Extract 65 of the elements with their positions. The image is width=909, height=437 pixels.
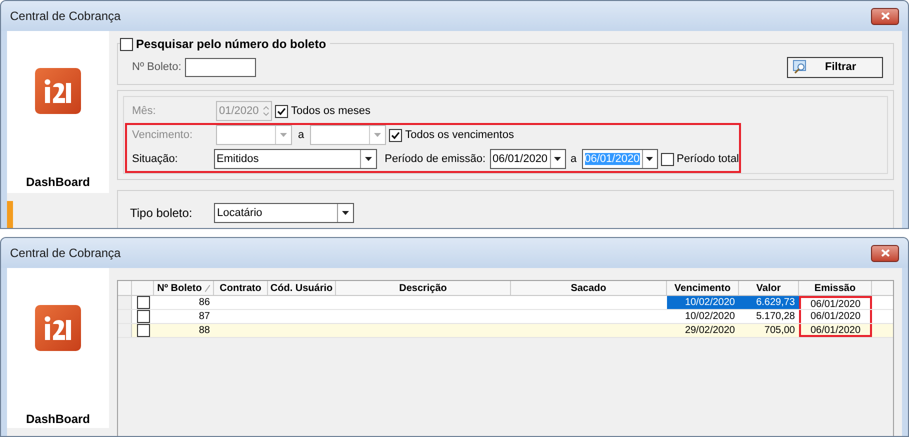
caret-icon (280, 133, 287, 137)
field-label: Situação: (132, 152, 179, 167)
table-cell: 06/01/2020 (799, 324, 872, 337)
filter-button[interactable]: Filtrar (787, 56, 883, 78)
close-icon (880, 249, 890, 257)
checkbox-label: Pesquisar pelo número do boleto (136, 36, 326, 53)
column-header[interactable]: Nº Boleto (154, 281, 214, 295)
sidebar-item[interactable]: DashBoard (26, 410, 90, 428)
dropdown-field[interactable]: Locatário (214, 203, 354, 223)
window-title: Central de Cobrança (10, 245, 121, 262)
caret-icon (364, 157, 372, 161)
table-cell-text: 86 (198, 296, 211, 309)
table-cell-text: 29/02/2020 (684, 324, 736, 337)
sort-icon (204, 284, 210, 292)
table-cell: 10/02/2020 (667, 296, 739, 309)
caret-icon (374, 133, 382, 137)
close-icon (880, 12, 890, 20)
caret-icon (342, 211, 349, 215)
close-button[interactable] (871, 8, 899, 24)
spinner-icon (260, 104, 271, 118)
table-cell: 6.629,73 (739, 296, 799, 309)
dropdown-field[interactable]: Emitidos (214, 149, 377, 169)
field-label: Tipo boleto: (130, 205, 194, 222)
range-separator: a (298, 128, 304, 143)
table-cell-text: 87 (198, 310, 211, 323)
field-label: Nº Boleto: (132, 60, 182, 75)
dropdown-field[interactable] (216, 125, 292, 145)
window-title: Central de Cobrança (10, 8, 121, 25)
field-label: Período de emissão: (384, 152, 486, 167)
search-icon (793, 60, 807, 74)
column-header[interactable]: Contrato (214, 281, 268, 295)
column-header[interactable]: Emissão (799, 281, 872, 295)
checkbox[interactable] (120, 38, 133, 50)
field-label: Vencimento: (132, 128, 194, 143)
range-separator: a (570, 152, 577, 167)
column-header[interactable]: Descrição (336, 281, 511, 295)
checkbox-label: Período total (676, 152, 739, 167)
caret-icon (646, 157, 654, 161)
checkbox-label: Todos os vencimentos (405, 128, 514, 143)
boleto-number-field[interactable] (185, 58, 256, 76)
checkbox-label: Todos os meses (291, 104, 370, 119)
table-cell-text: 705,00 (763, 324, 796, 337)
table-cell-text: 88 (198, 324, 211, 337)
table-row[interactable]: 87 10/02/2020 5.170,28 06/01/2020 (118, 310, 893, 324)
field-label: Mês: (132, 104, 157, 119)
checkbox[interactable] (660, 152, 674, 166)
close-button[interactable] (871, 244, 899, 262)
column-header[interactable]: Sacado (511, 281, 667, 295)
caret-icon (554, 157, 562, 161)
dropdown-field[interactable] (310, 125, 386, 145)
logo-icon (34, 304, 82, 352)
sidebar-item[interactable]: DashBoard (26, 173, 90, 191)
table-cell-text: 10/02/2020 (684, 310, 736, 323)
checkbox[interactable] (136, 296, 150, 309)
logo-icon (34, 67, 82, 115)
checkbox[interactable] (136, 324, 150, 337)
column-header[interactable]: Vencimento (667, 281, 739, 295)
table-cell-text: 5.170,28 (755, 310, 796, 323)
checkbox[interactable] (136, 310, 150, 323)
table-row[interactable]: 88 29/02/2020 705,00 06/01/2020 (118, 324, 893, 338)
dropdown-field[interactable]: 06/01/2020 (490, 149, 566, 169)
table-row[interactable]: 86 10/02/2020 6.629,73 06/01/2020 (118, 296, 893, 310)
sidebar-accent (7, 201, 13, 228)
column-header[interactable]: Cód. Usuário (268, 281, 336, 295)
column-header[interactable]: Valor (739, 281, 799, 295)
